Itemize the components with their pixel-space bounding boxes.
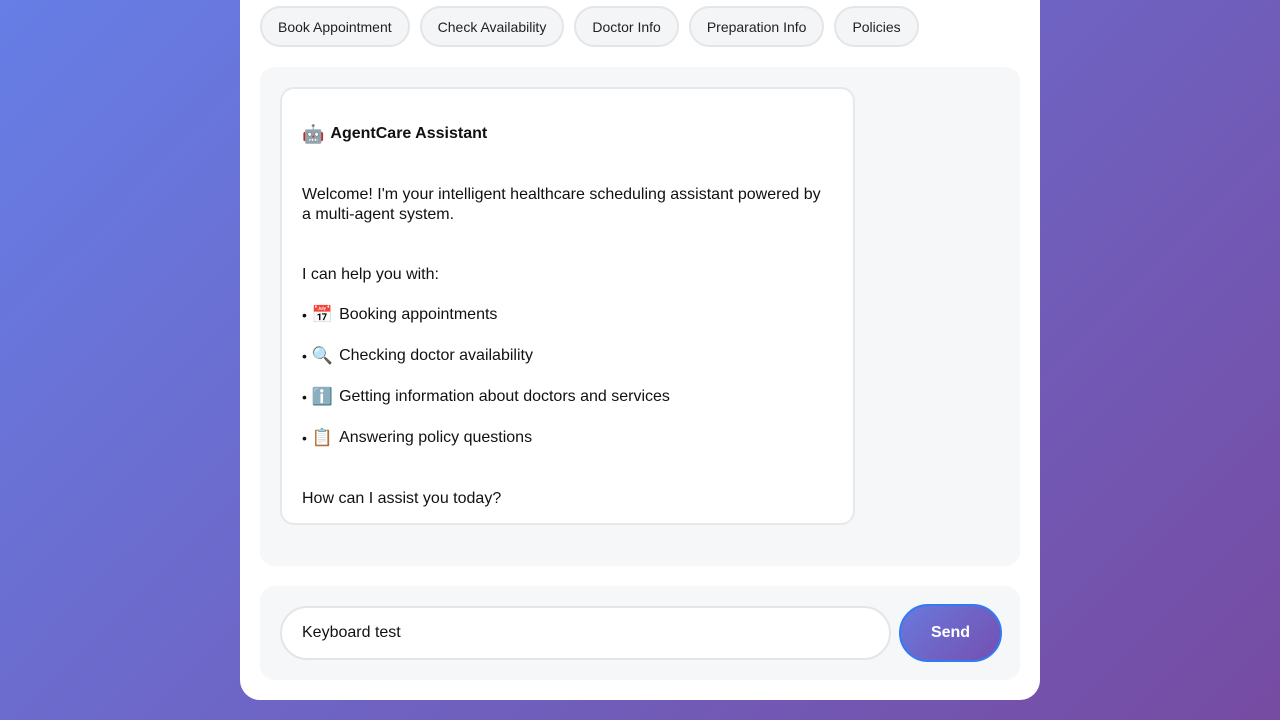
preparation-info-button[interactable]: Preparation Info <box>688 6 825 47</box>
robot-icon: 🤖 <box>302 124 325 144</box>
quick-actions-bar: Book Appointment Check Availability Doct… <box>260 6 919 47</box>
list-item-text: Booking appointments <box>339 306 498 323</box>
message-input[interactable] <box>280 606 891 660</box>
list-item-text: Checking doctor availability <box>339 347 533 364</box>
bullet: • <box>302 389 307 405</box>
bot-message: 🤖 AgentCare Assistant Welcome! I'm your … <box>280 87 855 525</box>
list-item-text: Answering policy questions <box>339 429 533 446</box>
bullet: • <box>302 430 307 446</box>
message-input-area: Send <box>260 586 1020 680</box>
magnifier-icon: 🔍 <box>311 346 334 365</box>
list-item-text: Getting information about doctors and se… <box>339 388 670 405</box>
bullet: • <box>302 307 307 323</box>
list-item: • 🔍 Checking doctor availability <box>302 346 670 387</box>
intro-text: I can help you with: <box>302 266 439 283</box>
send-button[interactable]: Send <box>899 604 1002 662</box>
list-item: • ℹ️ Getting information about doctors a… <box>302 387 670 428</box>
welcome-text: Welcome! I'm your intelligent healthcare… <box>302 186 821 223</box>
assistant-name: AgentCare Assistant <box>330 125 488 142</box>
calendar-icon: 📅 <box>311 305 334 324</box>
chat-messages-area[interactable]: 🤖 AgentCare Assistant Welcome! I'm your … <box>260 67 1020 566</box>
clipboard-icon: 📋 <box>311 428 334 447</box>
list-item: • 📅 Booking appointments <box>302 305 670 346</box>
message-header: 🤖 AgentCare Assistant <box>302 124 487 144</box>
doctor-info-button[interactable]: Doctor Info <box>574 6 679 47</box>
list-item: • 📋 Answering policy questions <box>302 428 670 469</box>
app-card: Book Appointment Check Availability Doct… <box>240 0 1040 700</box>
closing-text: How can I assist you today? <box>302 490 502 507</box>
info-icon: ℹ️ <box>311 387 334 406</box>
check-availability-button[interactable]: Check Availability <box>419 6 565 47</box>
policies-button[interactable]: Policies <box>834 6 919 47</box>
book-appointment-button[interactable]: Book Appointment <box>260 6 410 47</box>
capabilities-list: • 📅 Booking appointments • 🔍 Checking do… <box>302 305 670 469</box>
bullet: • <box>302 348 307 364</box>
